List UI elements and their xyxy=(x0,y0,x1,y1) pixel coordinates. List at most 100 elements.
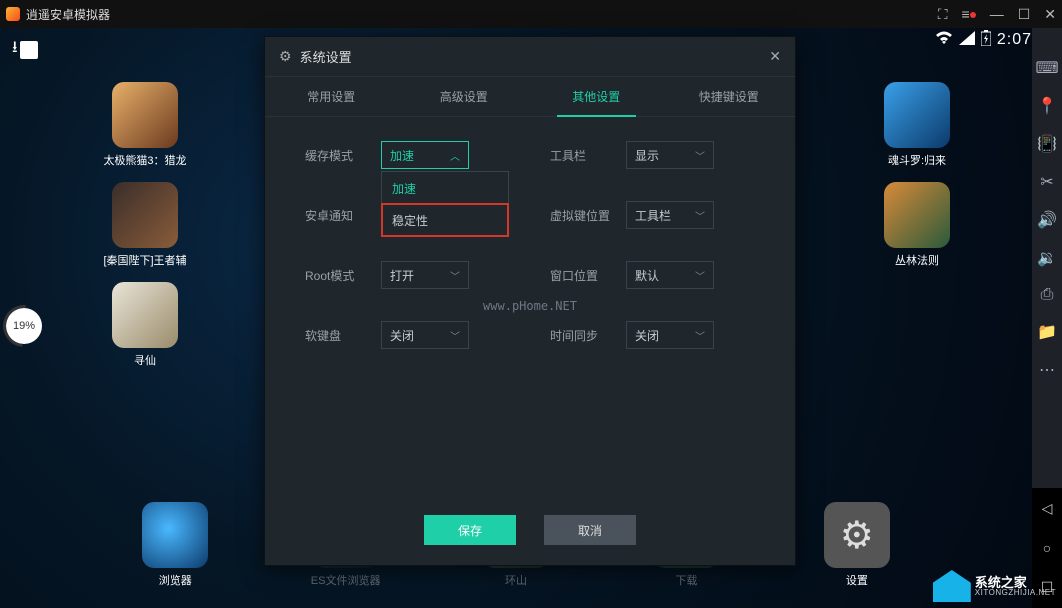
emulator-toolbar: ⌨ 📍 📳 ✂ 🔊 🔉 ⎙ 📁 ⋯ xyxy=(1032,28,1062,568)
field-label: 窗口位置 xyxy=(550,267,606,284)
download-arrow-icon: ⭳ xyxy=(12,36,18,63)
tab-label: 快捷键设置 xyxy=(699,88,759,105)
chevron-down-icon: ﹀ xyxy=(695,148,705,163)
close-icon[interactable]: ✕ xyxy=(769,48,781,65)
dialog-title: 系统设置 xyxy=(300,47,352,66)
app-label: 寻仙 xyxy=(85,352,205,368)
chevron-down-icon: ﹀ xyxy=(695,208,705,223)
button-label: 保存 xyxy=(458,522,482,539)
home-icon[interactable]: ○ xyxy=(1043,540,1051,556)
watermark-sub: XITONGZHIJIA.NET xyxy=(975,589,1056,597)
app-icon xyxy=(112,282,178,348)
chevron-up-icon: ︿ xyxy=(450,148,460,163)
location-icon[interactable]: 📍 xyxy=(1037,96,1057,116)
option-label: 加速 xyxy=(392,180,416,197)
app-item[interactable]: 魂斗罗:归来 xyxy=(872,82,962,168)
vkey-pos-select[interactable]: 工具栏 ﹀ xyxy=(626,201,714,229)
field-label: 时间同步 xyxy=(550,327,606,344)
select-value: 关闭 xyxy=(635,327,659,344)
chevron-down-icon: ﹀ xyxy=(695,328,705,343)
gear-icon: ⚙ xyxy=(824,502,890,568)
field-label: Root模式 xyxy=(305,267,361,284)
row-soft-keyboard: 软键盘 关闭 ﹀ xyxy=(305,321,510,349)
tab-common[interactable]: 常用设置 xyxy=(265,77,398,116)
battery-icon xyxy=(981,30,991,51)
app-label: 下载 xyxy=(626,572,746,588)
app-label: 魂斗罗:归来 xyxy=(857,152,977,168)
dialog-tabs: 常用设置 高级设置 其他设置 快捷键设置 xyxy=(265,77,795,117)
app-item[interactable]: 寻仙 xyxy=(100,282,190,368)
field-label: 虚拟键位置 xyxy=(550,207,606,224)
field-label: 工具栏 xyxy=(550,147,606,164)
select-value: 工具栏 xyxy=(635,207,671,224)
progress-indicator[interactable]: 19% xyxy=(6,308,42,344)
back-icon[interactable]: ◁ xyxy=(1042,500,1053,517)
app-label: 设置 xyxy=(797,572,917,588)
watermark-main: 系统之家 xyxy=(975,576,1056,589)
maximize-icon[interactable]: ☐ xyxy=(1018,6,1031,23)
watermark-text: www.pHome.NET xyxy=(483,299,577,313)
app-label: [秦国陛下]王者辅 xyxy=(85,252,205,268)
soft-kb-select[interactable]: 关闭 ﹀ xyxy=(381,321,469,349)
field-label: 软键盘 xyxy=(305,327,361,344)
screenshot-icon[interactable]: ✂ xyxy=(1040,172,1053,192)
save-button[interactable]: 保存 xyxy=(424,515,516,545)
more-icon[interactable]: ⋯ xyxy=(1039,360,1055,380)
tab-advanced[interactable]: 高级设置 xyxy=(398,77,531,116)
row-root-mode: Root模式 打开 ﹀ xyxy=(305,261,510,289)
app-icon xyxy=(112,82,178,148)
dropdown-option-highlighted[interactable]: 稳定性 xyxy=(382,204,508,236)
app-icon xyxy=(112,182,178,248)
app-label: 浏览器 xyxy=(115,572,235,588)
desktop-apps-right: 魂斗罗:归来 丛林法则 xyxy=(872,82,962,268)
tab-other[interactable]: 其他设置 xyxy=(530,77,663,116)
select-value: 打开 xyxy=(390,267,414,284)
download-thumb-icon xyxy=(20,41,38,59)
select-value: 默认 xyxy=(635,267,659,284)
folder-icon[interactable]: 📁 xyxy=(1037,322,1057,342)
watermark-logo: 系统之家 XITONGZHIJIA.NET xyxy=(933,570,1056,602)
fullscreen-icon[interactable]: ⛶ xyxy=(938,6,948,23)
window-pos-select[interactable]: 默认 ﹀ xyxy=(626,261,714,289)
shake-icon[interactable]: 📳 xyxy=(1037,134,1057,154)
download-indicator[interactable]: ⭳ xyxy=(12,36,38,63)
volume-up-icon[interactable]: 🔊 xyxy=(1037,210,1057,230)
signal-icon xyxy=(959,31,975,50)
select-value: 关闭 xyxy=(390,327,414,344)
settings-dialog: ⚙ 系统设置 ✕ 常用设置 高级设置 其他设置 快捷键设置 缓存模式 加速 ︿ … xyxy=(264,36,796,566)
app-icon xyxy=(884,182,950,248)
app-item[interactable]: 丛林法则 xyxy=(872,182,962,268)
dropdown-option[interactable]: 加速 xyxy=(382,172,508,204)
app-item[interactable]: [秦国陛下]王者辅 xyxy=(100,182,190,268)
keyboard-icon[interactable]: ⌨ xyxy=(1035,58,1058,78)
window-title: 逍遥安卓模拟器 xyxy=(26,6,110,23)
app-label: 丛林法则 xyxy=(857,252,977,268)
globe-icon xyxy=(142,502,208,568)
toolbar-select[interactable]: 显示 ﹀ xyxy=(626,141,714,169)
chevron-down-icon: ﹀ xyxy=(450,328,460,343)
cache-mode-select[interactable]: 加速 ︿ xyxy=(381,141,469,169)
app-item[interactable]: 太极熊猫3：猎龙 xyxy=(100,82,190,168)
select-value: 加速 xyxy=(390,147,414,164)
apk-icon[interactable]: ⎙ xyxy=(1041,286,1054,304)
app-item-browser[interactable]: 浏览器 xyxy=(90,502,260,588)
tab-hotkey[interactable]: 快捷键设置 xyxy=(663,77,796,116)
form-area: 缓存模式 加速 ︿ 工具栏 显示 ﹀ 安卓通知 虚拟键位置 工具栏 ﹀ Root… xyxy=(265,117,795,349)
window-titlebar: 逍遥安卓模拟器 ⛶ ≡ — ☐ ✕ xyxy=(0,0,1062,28)
cancel-button[interactable]: 取消 xyxy=(544,515,636,545)
desktop-apps-left: 太极熊猫3：猎龙 [秦国陛下]王者辅 寻仙 xyxy=(100,82,190,368)
dialog-footer: 保存 取消 xyxy=(265,515,795,545)
row-time-sync: 时间同步 关闭 ﹀ xyxy=(550,321,755,349)
minimize-icon[interactable]: — xyxy=(990,6,1004,22)
volume-down-icon[interactable]: 🔉 xyxy=(1037,248,1057,268)
dialog-header: ⚙ 系统设置 ✕ xyxy=(265,37,795,77)
select-value: 显示 xyxy=(635,147,659,164)
time-sync-select[interactable]: 关闭 ﹀ xyxy=(626,321,714,349)
app-logo-icon xyxy=(6,7,20,21)
menu-icon[interactable]: ≡ xyxy=(962,6,976,22)
clock-text: 2:07 xyxy=(997,31,1032,49)
chevron-down-icon: ﹀ xyxy=(450,268,460,283)
app-item-settings[interactable]: ⚙ 设置 xyxy=(772,502,942,588)
close-icon[interactable]: ✕ xyxy=(1044,6,1056,23)
root-mode-select[interactable]: 打开 ﹀ xyxy=(381,261,469,289)
